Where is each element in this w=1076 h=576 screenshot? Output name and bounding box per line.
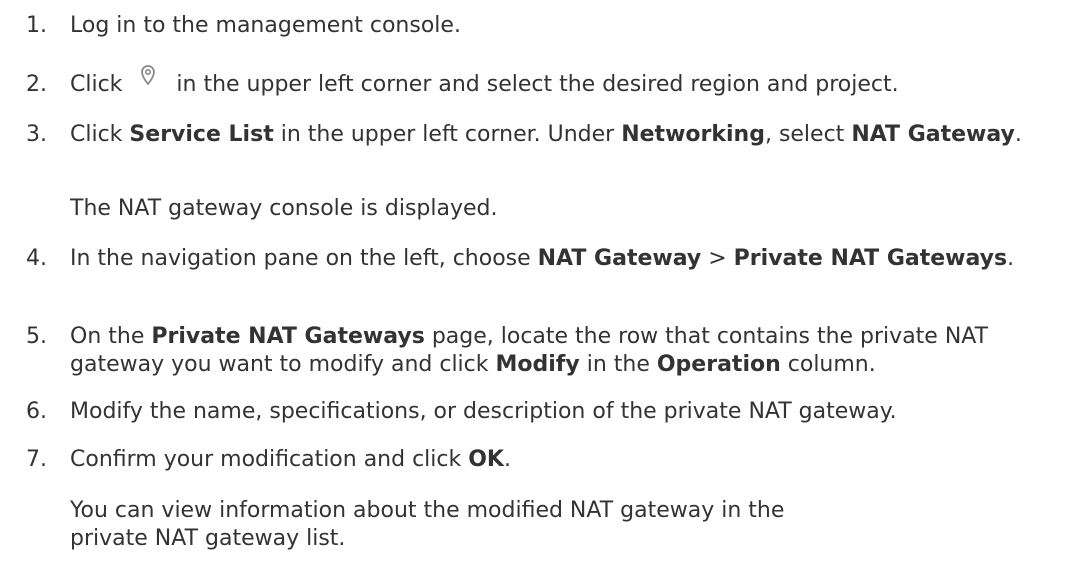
step-text-part: Confirm your modification and click (70, 447, 469, 472)
step-text-part: . (503, 447, 511, 472)
step-result: The NAT gateway console is displayed. (70, 196, 498, 221)
step-text-bold: Networking (621, 122, 765, 147)
step-text-bold: Private NAT Gateways (151, 324, 425, 349)
step-text-bold: OK (468, 447, 504, 472)
step-text-bold: NAT Gateway (537, 246, 702, 271)
step-text-bold: Operation (656, 352, 781, 377)
step-number: 2. (26, 72, 47, 97)
step-text-part: in the upper left corner and select the … (169, 72, 899, 97)
step-text: On the Private NAT Gateways page, locate… (70, 323, 1076, 379)
step-text-part: , select (764, 122, 852, 147)
step-result: You can view information about the modif… (70, 498, 785, 551)
step-number: 4. (26, 246, 47, 271)
step-number: 6. (26, 399, 47, 424)
step-text-part: Click (70, 122, 130, 147)
step-number: 5. (26, 324, 47, 349)
step-text-part: Log in to the management console. (70, 13, 461, 38)
location-pin-icon (141, 65, 156, 86)
step-number: 7. (26, 447, 47, 472)
step-text-part: in the (579, 352, 657, 377)
step-text-bold: Service List (129, 122, 274, 147)
step-text: In the navigation pane on the left, choo… (70, 245, 1076, 273)
step-text-bold: Private NAT Gateways (733, 246, 1008, 271)
step-text-bold: NAT Gateway (851, 122, 1015, 147)
step-number: 3. (26, 122, 47, 147)
step-text-part: column. (780, 352, 876, 377)
step-text-bold: Modify (495, 352, 580, 377)
step-text-part: > (701, 246, 734, 271)
step-text-part: Click (70, 72, 130, 97)
step-text: Confirm your modification and click OK. (70, 446, 1076, 474)
step-text: Log in to the management console. (70, 12, 1076, 40)
step-text: Click Service List in the upper left cor… (70, 121, 1076, 149)
step-text-part: In the navigation pane on the left, choo… (70, 246, 538, 271)
step-text-part: . (1007, 246, 1015, 271)
step-text: Modify the name, specifications, or desc… (70, 398, 1076, 426)
step-text-part: Modify the name, specifications, or desc… (70, 399, 897, 424)
step-text-part: . (1014, 122, 1022, 147)
step-text: Click in the upper left corner and selec… (70, 65, 1076, 99)
step-number: 1. (26, 13, 47, 38)
step-text-part: in the upper left corner. Under (273, 122, 622, 147)
step-text-part: On the (70, 324, 152, 349)
